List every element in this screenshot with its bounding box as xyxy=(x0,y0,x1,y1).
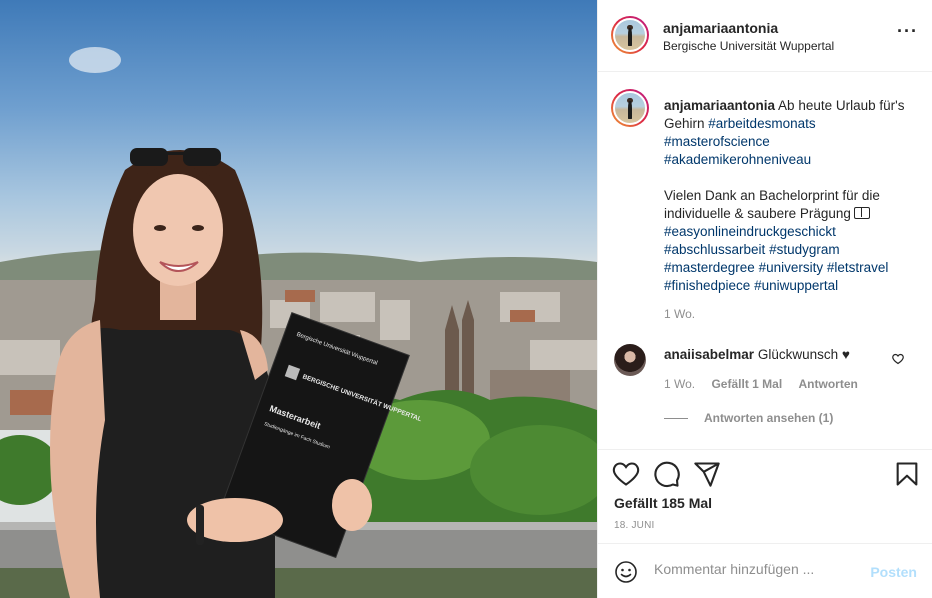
commenter-avatar[interactable] xyxy=(614,344,646,376)
view-replies-label[interactable]: Antworten ansehen (1) xyxy=(704,411,833,425)
author-username[interactable]: anjamariaantonia xyxy=(663,20,778,36)
caption-text: anjamariaantonia Ab heute Urlaub für's G… xyxy=(664,97,914,295)
post-comment-button[interactable]: Posten xyxy=(870,564,917,580)
hashtag[interactable]: #university xyxy=(759,260,824,275)
post-actions: Gefällt 185 Mal 18. JUNI xyxy=(598,449,932,543)
comments-section[interactable]: anjamariaantonia Ab heute Urlaub für's G… xyxy=(598,73,932,449)
comment-like-heart-icon[interactable] xyxy=(892,353,904,365)
caption-text-2: Vielen Dank an Bachelorprint für die ind… xyxy=(664,188,880,221)
caption-timestamp[interactable]: 1 Wo. xyxy=(664,307,695,321)
post-header: anjamariaantonia Bergische Universität W… xyxy=(598,0,932,72)
hashtag[interactable]: #arbeitdesmonats xyxy=(708,116,815,131)
comment-icon[interactable] xyxy=(653,460,681,488)
hashtag[interactable]: #finishedpiece xyxy=(664,278,750,293)
caption-username[interactable]: anjamariaantonia xyxy=(664,98,775,113)
heart-icon[interactable] xyxy=(612,460,640,488)
replies-divider xyxy=(664,417,688,419)
hashtag[interactable]: #masterofscience xyxy=(664,134,770,149)
author-avatar[interactable] xyxy=(611,16,649,54)
hashtag[interactable]: #abschlussarbeit xyxy=(664,242,765,257)
comment-reply-button[interactable]: Antworten xyxy=(799,377,858,391)
post-photo[interactable]: Bergische Universität Wuppertal BERGISCH… xyxy=(0,0,597,598)
smiley-icon[interactable] xyxy=(614,560,638,584)
hashtag[interactable]: #letstravel xyxy=(827,260,889,275)
commenter-username[interactable]: anaiisabelmar xyxy=(664,347,754,362)
hashtag[interactable]: #masterdegree xyxy=(664,260,755,275)
comment-likes[interactable]: Gefällt 1 Mal xyxy=(711,377,782,391)
post-details-panel: anjamariaantonia Bergische Universität W… xyxy=(597,0,932,598)
caption-avatar[interactable] xyxy=(611,89,649,127)
comment-input[interactable] xyxy=(654,561,864,577)
hashtag[interactable]: #easyonlineindruckgeschickt xyxy=(664,224,836,239)
comment-body: Glückwunsch ♥ xyxy=(757,347,850,362)
post-location[interactable]: Bergische Universität Wuppertal xyxy=(663,39,834,53)
comment-timestamp[interactable]: 1 Wo. xyxy=(664,377,695,391)
more-options-icon[interactable]: ··· xyxy=(897,22,918,40)
post-date[interactable]: 18. JUNI xyxy=(614,520,655,531)
bookmark-icon[interactable] xyxy=(893,460,921,488)
photo-scene: Bergische Universität Wuppertal BERGISCH… xyxy=(0,47,597,598)
comment-meta: 1 Wo. Gefällt 1 Mal Antworten xyxy=(664,377,871,391)
hashtag[interactable]: #uniwuppertal xyxy=(754,278,838,293)
comment-text: anaiisabelmar Glückwunsch ♥ xyxy=(664,346,850,364)
book-emoji-icon xyxy=(853,207,870,219)
hashtag[interactable]: #akademikerohneniveau xyxy=(664,152,811,167)
hashtag[interactable]: #studygram xyxy=(769,242,840,257)
likes-count[interactable]: Gefällt 185 Mal xyxy=(614,495,712,511)
add-comment-bar: Posten xyxy=(598,543,932,598)
view-replies[interactable]: Antworten ansehen (1) xyxy=(664,411,833,425)
share-icon[interactable] xyxy=(693,460,721,488)
